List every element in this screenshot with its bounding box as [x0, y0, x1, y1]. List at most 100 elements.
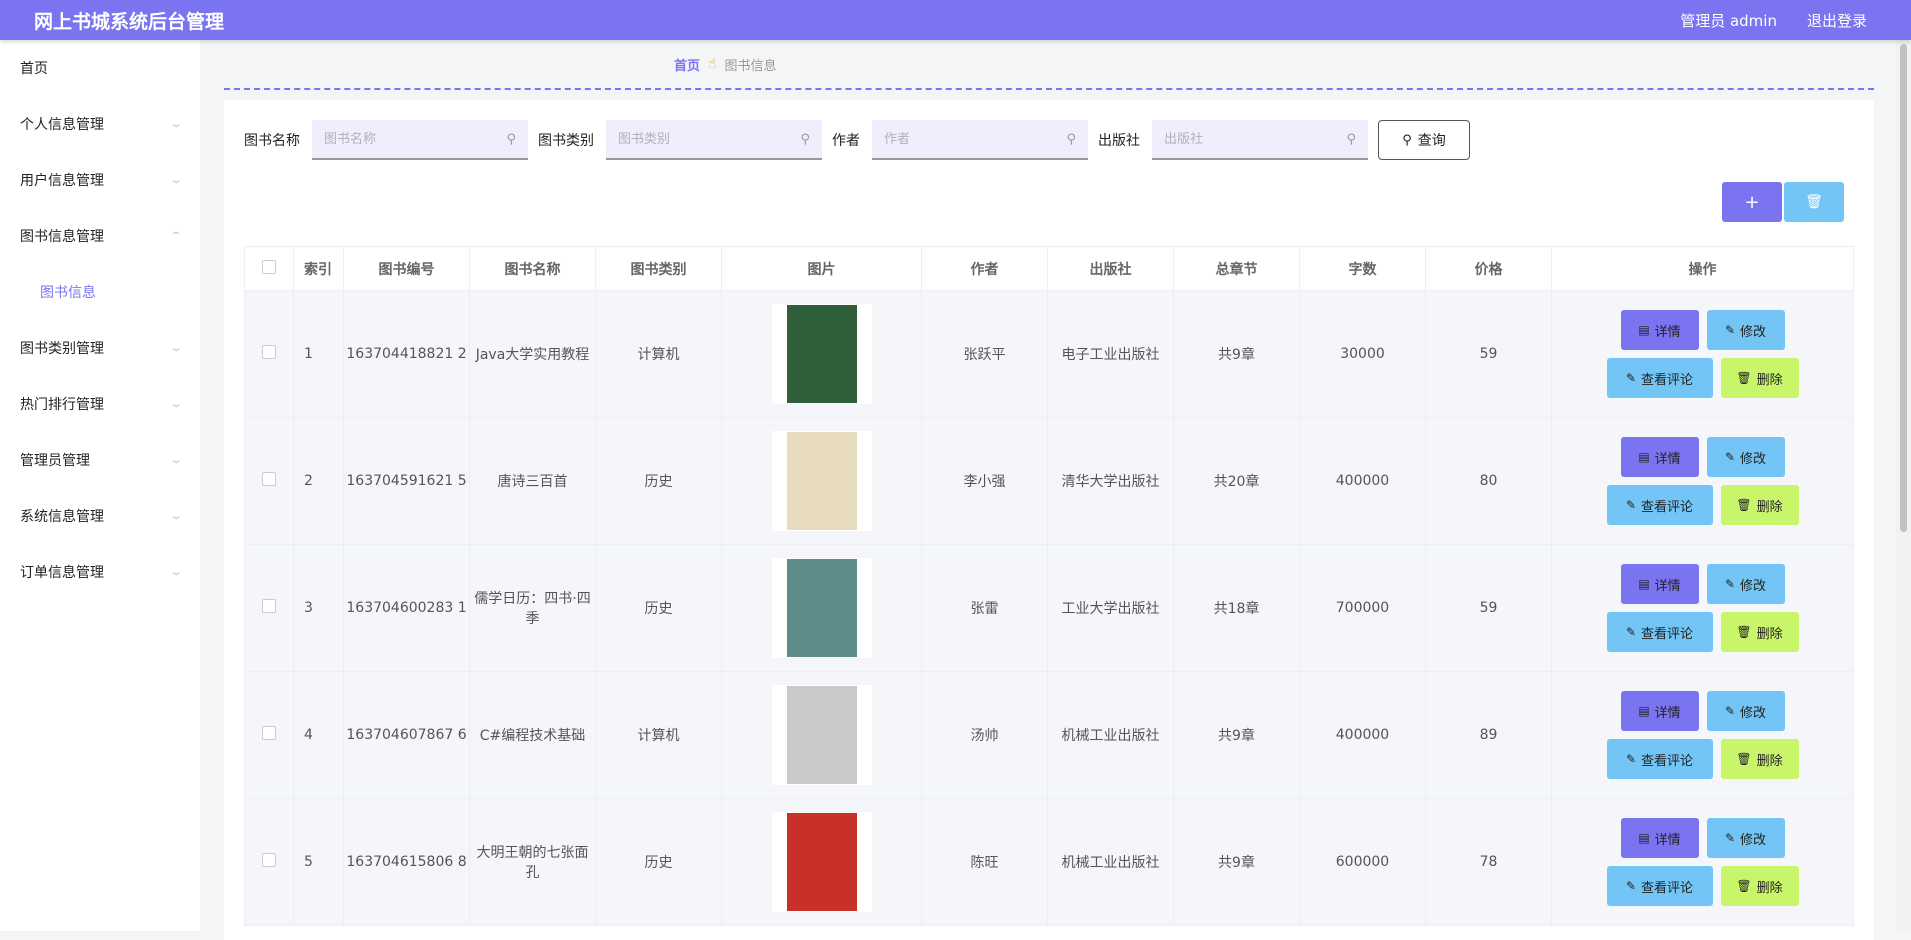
- cell-name: C#编程技术基础: [469, 671, 596, 799]
- row-checkbox[interactable]: [262, 472, 276, 486]
- book-cover-art: [786, 559, 857, 657]
- cell-press: 电子工业出版社: [1047, 290, 1174, 418]
- search-icon: ⚲: [800, 131, 810, 147]
- row-checkbox[interactable]: [262, 853, 276, 867]
- detail-button[interactable]: ▤ 详情: [1620, 818, 1699, 858]
- document-icon: ▤: [1638, 323, 1650, 337]
- view-comments-button[interactable]: ✎ 查看评论: [1606, 485, 1713, 525]
- cell-name: Java大学实用教程: [469, 290, 596, 418]
- cell-press: 机械工业出版社: [1047, 798, 1174, 926]
- cell-chapters: 共20章: [1173, 417, 1300, 545]
- hand-icon: ☝: [708, 56, 717, 72]
- sidebar: 首页 个人信息管理 ⌄ 用户信息管理 ⌄ 图书信息管理 ⌃ 图书信息 图书类别管理 ⌄ …: [0, 40, 200, 931]
- cell-ops: ▤ 详情 ✎ 修改 ✎ 查看评论 🗑 删除: [1551, 544, 1854, 672]
- cell-press: 机械工业出版社: [1047, 671, 1174, 799]
- cell-chapters: 共9章: [1173, 290, 1300, 418]
- sidebar-subitem-book-info[interactable]: 图书信息: [0, 264, 200, 320]
- cell-press: 清华大学出版社: [1047, 417, 1174, 545]
- view-comments-button[interactable]: ✎ 查看评论: [1606, 358, 1713, 398]
- delete-button[interactable]: 🗑 删除: [1720, 612, 1799, 652]
- document-icon: ▤: [1638, 577, 1650, 591]
- table-row: 4 163704607867 6 C#编程技术基础 计算机 汤帅 机械工业出版社…: [244, 671, 1854, 799]
- sidebar-item-books[interactable]: 图书信息管理 ⌃: [0, 208, 200, 264]
- sidebar-item-system[interactable]: 系统信息管理 ⌄: [0, 488, 200, 544]
- page-scrollbar[interactable]: [1896, 40, 1911, 931]
- trash-icon: 🗑: [1736, 371, 1752, 385]
- cell-index: 4: [293, 671, 344, 799]
- cell-ops: ▤ 详情 ✎ 修改 ✎ 查看评论 🗑 删除: [1551, 671, 1854, 799]
- search-input-press[interactable]: [1164, 131, 1334, 147]
- row-select-cell: [244, 290, 294, 418]
- chevron-down-icon: ⌄: [169, 342, 183, 354]
- detail-button[interactable]: ▤ 详情: [1620, 564, 1699, 604]
- cell-code: 163704607867 6: [343, 671, 470, 799]
- scrollbar-thumb[interactable]: [1900, 44, 1907, 532]
- breadcrumb-home[interactable]: 首页: [674, 55, 700, 74]
- edit-button[interactable]: ✎ 修改: [1706, 818, 1785, 858]
- sidebar-item-book-types[interactable]: 图书类别管理 ⌄: [0, 320, 200, 376]
- view-comments-button[interactable]: ✎ 查看评论: [1606, 612, 1713, 652]
- breadcrumb: 首页 ☝ 图书信息: [224, 40, 1874, 90]
- cell-index: 2: [293, 417, 344, 545]
- table-row: 3 163704600283 1 儒学日历：四书·四季 历史 张雷 工业大学出版…: [244, 544, 1854, 672]
- col-words: 字数: [1299, 246, 1426, 291]
- select-all-cell: [244, 246, 294, 291]
- cell-ops: ▤ 详情 ✎ 修改 ✎ 查看评论 🗑 删除: [1551, 417, 1854, 545]
- row-checkbox[interactable]: [262, 726, 276, 740]
- row-checkbox[interactable]: [262, 345, 276, 359]
- book-cover: [771, 304, 872, 404]
- sidebar-item-profile[interactable]: 个人信息管理 ⌄: [0, 96, 200, 152]
- chevron-down-icon: ⌄: [169, 174, 183, 186]
- cell-code: 163704591621 5: [343, 417, 470, 545]
- cell-name: 儒学日历：四书·四季: [469, 544, 596, 672]
- logout-button[interactable]: 退出登录: [1807, 10, 1867, 31]
- cell-type: 历史: [595, 417, 722, 545]
- search-label-name: 图书名称: [244, 133, 300, 149]
- col-image: 图片: [721, 246, 922, 291]
- edit-button[interactable]: ✎ 修改: [1706, 564, 1785, 604]
- book-cover-art: [786, 813, 857, 911]
- search-input-name[interactable]: [324, 131, 494, 147]
- sidebar-item-admins[interactable]: 管理员管理 ⌄: [0, 432, 200, 488]
- table-row: 1 163704418821 2 Java大学实用教程 计算机 张跃平 电子工业…: [244, 290, 1854, 418]
- col-press: 出版社: [1047, 246, 1174, 291]
- edit-button[interactable]: ✎ 修改: [1706, 310, 1785, 350]
- select-all-checkbox[interactable]: [262, 259, 276, 274]
- search-input-author[interactable]: [884, 131, 1054, 147]
- cell-words: 600000: [1299, 798, 1426, 926]
- sidebar-item-hot-rank[interactable]: 热门排行管理 ⌄: [0, 376, 200, 432]
- chevron-down-icon: ⌄: [169, 118, 183, 130]
- row-checkbox[interactable]: [262, 599, 276, 613]
- cell-type: 历史: [595, 544, 722, 672]
- query-button[interactable]: ⚲ 查询: [1378, 120, 1470, 160]
- add-button[interactable]: +: [1722, 182, 1782, 222]
- delete-button[interactable]: 🗑 删除: [1720, 358, 1799, 398]
- book-cover: [771, 812, 872, 912]
- cell-author: 陈旺: [921, 798, 1048, 926]
- delete-button[interactable]: 🗑 删除: [1720, 739, 1799, 779]
- toolbar: + 🗑: [1722, 182, 1844, 222]
- detail-button[interactable]: ▤ 详情: [1620, 437, 1699, 477]
- cell-chapters: 共9章: [1173, 798, 1300, 926]
- delete-button[interactable]: 🗑 删除: [1720, 485, 1799, 525]
- delete-button[interactable]: 🗑 删除: [1720, 866, 1799, 906]
- view-comments-button[interactable]: ✎ 查看评论: [1606, 866, 1713, 906]
- search-bar: 图书名称 ⚲ 图书类别 ⚲ 作者 ⚲ 出版社 ⚲ ⚲ 查询: [244, 120, 1470, 160]
- trash-icon: 🗑: [1736, 625, 1752, 639]
- detail-button[interactable]: ▤ 详情: [1620, 691, 1699, 731]
- edit-button[interactable]: ✎ 修改: [1706, 437, 1785, 477]
- cell-code: 163704615806 8: [343, 798, 470, 926]
- cell-price: 89: [1425, 671, 1552, 799]
- cell-chapters: 共18章: [1173, 544, 1300, 672]
- view-comments-button[interactable]: ✎ 查看评论: [1606, 739, 1713, 779]
- batch-delete-button[interactable]: 🗑: [1784, 182, 1844, 222]
- detail-button[interactable]: ▤ 详情: [1620, 310, 1699, 350]
- search-icon: ⚲: [1346, 131, 1356, 147]
- document-icon: ▤: [1638, 831, 1650, 845]
- edit-button[interactable]: ✎ 修改: [1706, 691, 1785, 731]
- sidebar-item-orders[interactable]: 订单信息管理 ⌄: [0, 544, 200, 600]
- cell-words: 700000: [1299, 544, 1426, 672]
- search-input-type[interactable]: [618, 131, 788, 147]
- sidebar-item-users[interactable]: 用户信息管理 ⌄: [0, 152, 200, 208]
- sidebar-item-home[interactable]: 首页: [0, 40, 200, 96]
